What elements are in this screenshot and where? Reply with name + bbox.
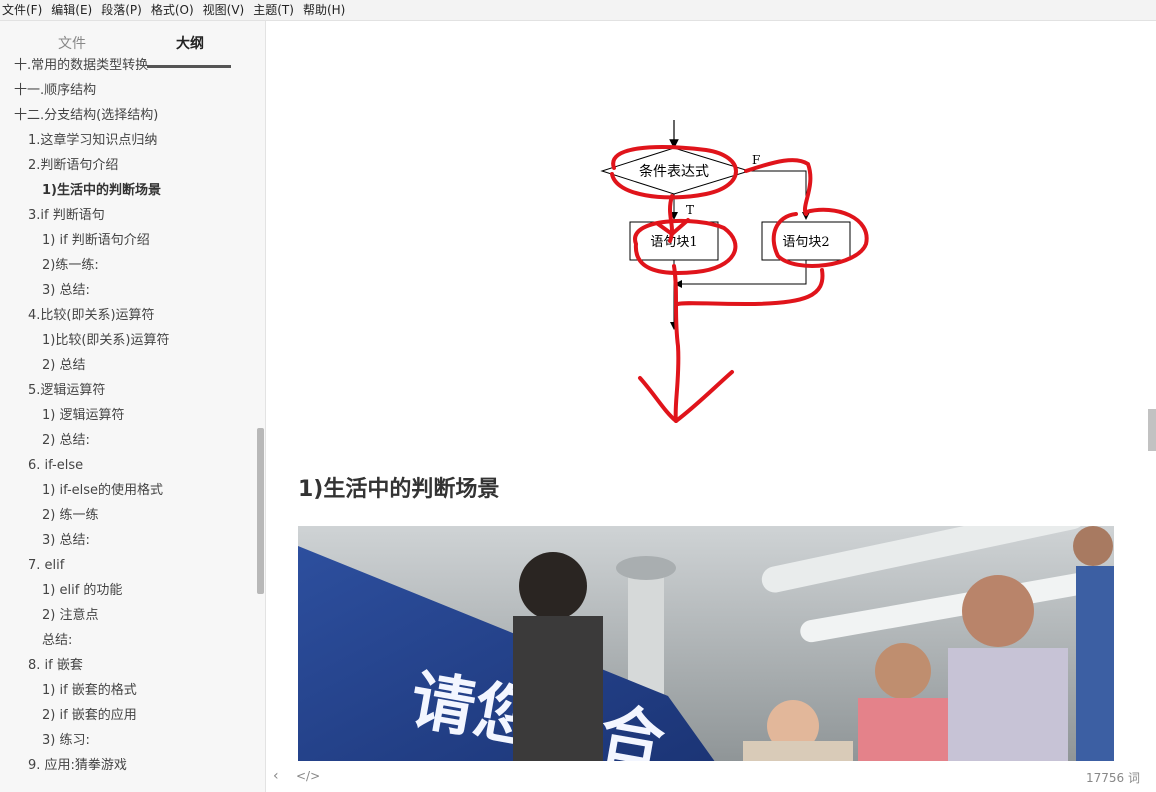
outline-item[interactable]: 2) 总结: [0, 428, 90, 453]
outline-item[interactable]: 1) if 判断语句介绍 [0, 228, 150, 253]
menu-theme[interactable]: 主题(T) [250, 0, 300, 20]
condition-label: 条件表达式 [639, 163, 709, 180]
outline-item[interactable]: 1)比较(即关系)运算符 [0, 328, 170, 353]
content-photo: 请您配合 [298, 526, 1114, 761]
tab-outline[interactable]: 大纲 [150, 33, 230, 53]
sidebar: 文件 大纲 十.常用的数据类型转换 十一.顺序结构 十二.分支结构(选择结构) 1.这… [0, 21, 266, 792]
outline-item[interactable]: 2)练一练: [0, 253, 99, 278]
outline-item[interactable]: 总结: [0, 628, 72, 653]
false-branch-line [749, 170, 810, 220]
flowchart: 条件表达式 F T 语句块1 语句块2 [600, 120, 869, 423]
chevron-left-icon[interactable]: ‹ [273, 768, 279, 784]
true-label: T [686, 203, 694, 217]
outline-item[interactable]: 8. if 嵌套 [0, 653, 83, 678]
outline-item[interactable]: 9. 应用:猜拳游戏 [0, 753, 127, 778]
block1-label: 语句块1 [650, 235, 697, 250]
outline-item[interactable]: 2) 练一练 [0, 503, 98, 528]
outline-item[interactable]: 5.逻辑运算符 [0, 378, 105, 403]
outline-item[interactable]: 1) 逻辑运算符 [0, 403, 124, 428]
outline-item[interactable]: 3) 总结: [0, 278, 90, 303]
outline-item[interactable]: 十一.顺序结构 [0, 78, 96, 103]
editor-scrollbar[interactable] [1148, 409, 1156, 451]
status-bar: ‹ </> 17756 词 [266, 762, 1156, 792]
outline-item[interactable]: 1) if-else的使用格式 [0, 478, 163, 503]
outline-item[interactable]: 3.if 判断语句 [0, 203, 105, 228]
outline-item[interactable]: 1) elif 的功能 [0, 578, 122, 603]
outline-item[interactable]: 3) 总结: [0, 528, 90, 553]
active-tab-indicator [147, 65, 231, 68]
outline-item[interactable]: 6. if-else [0, 453, 83, 478]
section-heading: 1)生活中的判断场景 [298, 477, 500, 502]
outline-item[interactable]: 3) 练习: [0, 728, 90, 753]
outline-item[interactable]: 2) 总结 [0, 353, 85, 378]
menu-paragraph[interactable]: 段落(P) [98, 0, 148, 20]
menu-bar: 文件(F) 编辑(E) 段落(P) 格式(O) 视图(V) 主题(T) 帮助(H… [0, 0, 1156, 21]
code-icon[interactable]: </> [296, 769, 320, 783]
menu-format[interactable]: 格式(O) [148, 0, 200, 20]
tab-files[interactable]: 文件 [38, 33, 106, 53]
outline-item[interactable]: 1)生活中的判断场景 [0, 178, 161, 203]
menu-file[interactable]: 文件(F) [0, 0, 48, 20]
block2-label: 语句块2 [782, 235, 829, 250]
outline-item[interactable]: 1.这章学习知识点归纳 [0, 128, 157, 153]
outline-item[interactable]: 十二.分支结构(选择结构) [0, 103, 158, 128]
editor-content: 条件表达式 F T 语句块1 语句块2 1)生活中的判断场景 [266, 21, 1156, 761]
menu-edit[interactable]: 编辑(E) [48, 0, 98, 20]
word-count: 17756 词 [1086, 771, 1140, 785]
outline-item[interactable]: 1) if 嵌套的格式 [0, 678, 137, 703]
outline-item[interactable]: 7. elif [0, 553, 64, 578]
outline-item[interactable]: 十.常用的数据类型转换 [0, 53, 148, 78]
sidebar-scrollbar[interactable] [257, 428, 264, 594]
menu-view[interactable]: 视图(V) [200, 0, 251, 20]
outline-item[interactable]: 2.判断语句介绍 [0, 153, 118, 178]
menu-help[interactable]: 帮助(H) [300, 0, 351, 20]
outline-item[interactable]: 4.比较(即关系)运算符 [0, 303, 155, 328]
outline-item[interactable]: 2) if 嵌套的应用 [0, 703, 137, 728]
outline-item[interactable]: 2) 注意点 [0, 603, 98, 628]
